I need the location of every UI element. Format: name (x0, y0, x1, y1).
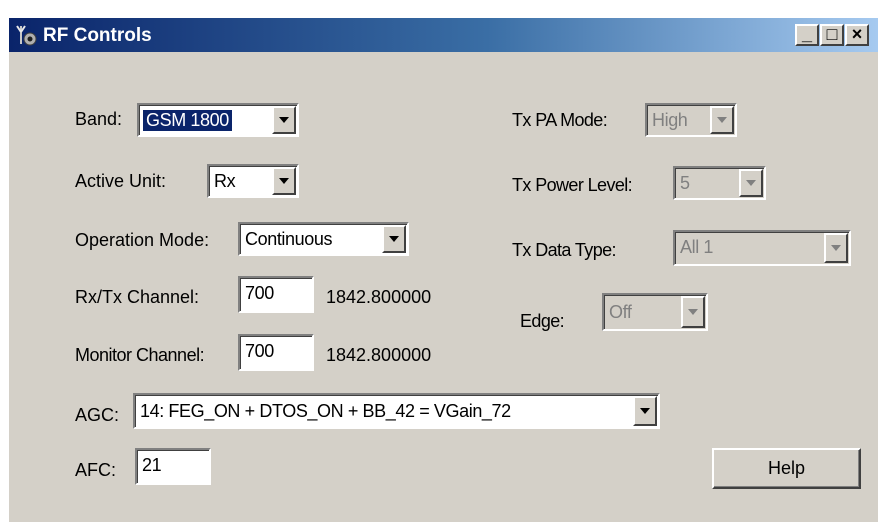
agc-value: 14: FEG_ON + DTOS_ON + BB_42 = VGain_72 (140, 401, 511, 421)
agc-label: AGC: (75, 405, 120, 425)
tx-power-level-value: 5 (680, 173, 690, 193)
tx-power-level-select[interactable]: 5 (673, 166, 766, 200)
rxtx-channel-label: Rx/Tx Channel: (75, 287, 200, 307)
monitor-frequency: 1842.800000 (326, 345, 432, 365)
edge-label: Edge: (520, 311, 565, 331)
tx-power-level-label: Tx Power Level: (512, 175, 633, 195)
agc-select[interactable]: 14: FEG_ON + DTOS_ON + BB_42 = VGain_72 (133, 393, 660, 429)
afc-label: AFC: (75, 460, 117, 480)
rxtx-channel-input[interactable]: 700 (238, 276, 314, 313)
edge-dropdown-arrow-icon[interactable] (681, 296, 705, 328)
tx-data-type-select[interactable]: All 1 (673, 230, 851, 266)
operation-mode-label: Operation Mode: (75, 230, 210, 250)
rxtx-frequency: 1842.800000 (326, 287, 432, 307)
active-unit-value: Rx (214, 171, 236, 191)
close-button[interactable]: × (845, 24, 869, 46)
antenna-icon (16, 25, 37, 46)
active-unit-label: Active Unit: (75, 171, 167, 191)
active-unit-dropdown-arrow-icon[interactable] (272, 167, 296, 195)
minimize-button[interactable]: _ (795, 24, 819, 46)
tx-pa-mode-label: Tx PA Mode: (512, 110, 608, 130)
operation-mode-dropdown-arrow-icon[interactable] (382, 225, 406, 253)
agc-dropdown-arrow-icon[interactable] (633, 396, 657, 426)
edge-select[interactable]: Off (602, 293, 708, 331)
band-dropdown-arrow-icon[interactable] (272, 106, 296, 134)
edge-value: Off (609, 302, 632, 322)
window-title: RF Controls (43, 25, 152, 46)
operation-mode-select[interactable]: Continuous (238, 222, 409, 256)
maximize-button[interactable]: □ (820, 24, 844, 46)
rf-controls-window: RF Controls _ □ × (7, 16, 878, 522)
operation-mode-value: Continuous (245, 229, 333, 249)
afc-value: 21 (142, 455, 162, 475)
rxtx-channel-value: 700 (245, 283, 274, 303)
active-unit-select[interactable]: Rx (207, 164, 299, 198)
monitor-channel-label: Monitor Channel: (75, 345, 205, 365)
tx-power-level-dropdown-arrow-icon[interactable] (739, 169, 763, 197)
afc-input[interactable]: 21 (135, 448, 211, 485)
tx-data-type-label: Tx Data Type: (512, 240, 617, 260)
band-value: GSM 1800 (142, 109, 233, 132)
tx-pa-mode-select[interactable]: High (645, 103, 737, 137)
title-bar[interactable]: RF Controls _ □ × (9, 18, 878, 52)
help-button[interactable]: Help (712, 448, 861, 489)
monitor-channel-input[interactable]: 700 (238, 334, 314, 371)
tx-pa-mode-dropdown-arrow-icon[interactable] (710, 106, 734, 134)
tx-pa-mode-value: High (652, 110, 688, 130)
band-select[interactable]: GSM 1800 (137, 103, 299, 137)
tx-data-type-value: All 1 (680, 237, 714, 257)
monitor-channel-value: 700 (245, 341, 274, 361)
band-label: Band: (75, 109, 123, 129)
tx-data-type-dropdown-arrow-icon[interactable] (824, 233, 848, 263)
